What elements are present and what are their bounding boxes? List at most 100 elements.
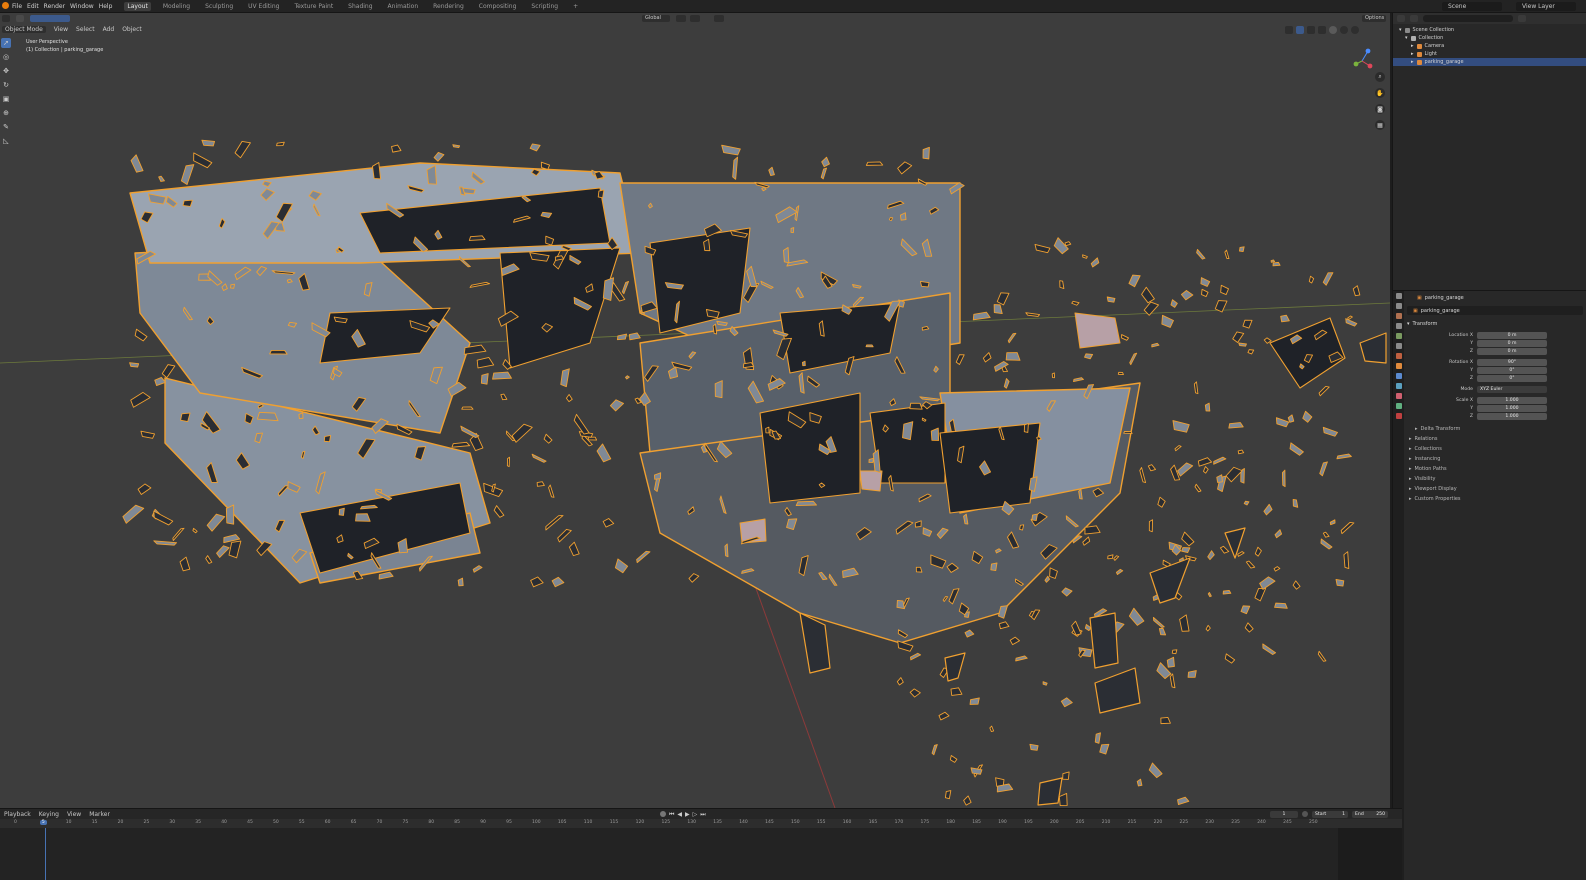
mesh-fragment[interactable] xyxy=(897,161,913,175)
mesh-fragment[interactable] xyxy=(602,277,615,301)
mesh-fragment[interactable] xyxy=(230,283,235,289)
mesh-fragment[interactable] xyxy=(130,391,151,408)
mesh-fragment[interactable] xyxy=(1139,467,1147,484)
current-frame-field[interactable]: 1 xyxy=(1270,811,1298,818)
mesh-fragment[interactable] xyxy=(1179,614,1190,632)
outliner-row[interactable]: ▾ Scene Collection xyxy=(1393,26,1586,34)
zoom-icon[interactable]: ⌕ xyxy=(1375,72,1385,82)
mesh-fragment[interactable] xyxy=(1061,587,1073,597)
mesh-fragment[interactable] xyxy=(134,328,148,342)
timeline-menu-marker[interactable]: Marker xyxy=(89,811,110,818)
gizmo-toggle-icon[interactable] xyxy=(1296,26,1304,34)
mesh-fragment[interactable] xyxy=(1237,449,1245,455)
mesh-fragment[interactable] xyxy=(511,423,533,443)
workspace-tab-sculpting[interactable]: Sculpting xyxy=(202,2,236,11)
mesh-fragment[interactable] xyxy=(158,175,165,182)
view-layer-selector[interactable]: View Layer xyxy=(1516,2,1576,11)
workspace-tab-rendering[interactable]: Rendering xyxy=(430,2,467,11)
mesh-fragment[interactable] xyxy=(1254,587,1267,602)
mesh-fragment[interactable] xyxy=(1336,453,1352,460)
mesh-fragment[interactable] xyxy=(783,247,790,264)
pan-hand-icon[interactable]: ✋ xyxy=(1375,88,1385,98)
mesh-fragment[interactable] xyxy=(1025,312,1041,317)
mesh-fragment[interactable] xyxy=(1117,371,1124,375)
mesh-fragment[interactable] xyxy=(551,576,565,588)
mesh-fragment[interactable] xyxy=(457,577,464,587)
mesh-fragment[interactable] xyxy=(621,280,629,295)
mesh-fragment[interactable] xyxy=(1320,538,1333,550)
mesh-fragment[interactable] xyxy=(372,162,381,180)
mesh-fragment[interactable] xyxy=(1280,314,1290,323)
mesh-fragment[interactable] xyxy=(1347,315,1353,321)
mesh-fragment[interactable] xyxy=(910,652,922,661)
mesh-fragment[interactable] xyxy=(896,599,905,610)
mesh-fragment[interactable] xyxy=(1136,778,1143,787)
mesh-fragment[interactable] xyxy=(1062,771,1070,780)
proportional-edit-icon[interactable] xyxy=(714,15,724,22)
mesh-fragment[interactable] xyxy=(182,199,193,207)
scale-x-field[interactable]: 1.000 xyxy=(1477,396,1547,404)
mesh-fragment[interactable] xyxy=(1225,466,1243,483)
mesh-fragment[interactable] xyxy=(137,483,152,495)
frame-ruler[interactable]: 0 5 10 15 20 25 30 35 40 45 50 55 60 65 70 75 80 85 90 95 10… xyxy=(0,819,1402,828)
mesh-fragment[interactable] xyxy=(1073,377,1084,383)
expand-toggle-icon[interactable]: ▸ xyxy=(1411,59,1414,65)
mesh-fragment[interactable] xyxy=(1166,656,1175,668)
mesh-fragment[interactable] xyxy=(1106,296,1116,303)
mesh-fragment[interactable] xyxy=(476,357,495,369)
mesh-fragment[interactable] xyxy=(1123,431,1133,434)
mesh-fragment[interactable] xyxy=(1015,655,1028,662)
menu-file[interactable]: File xyxy=(12,3,22,10)
mesh-fragment[interactable] xyxy=(1203,466,1209,474)
mesh-fragment[interactable] xyxy=(161,364,176,379)
mesh-fragment[interactable] xyxy=(1160,717,1171,725)
mesh-fragment[interactable] xyxy=(1113,555,1120,561)
mesh-fragment[interactable] xyxy=(949,755,958,763)
mesh-fragment[interactable] xyxy=(355,513,371,522)
location-y-field[interactable]: 0 m xyxy=(1477,339,1547,347)
mesh-fragment[interactable] xyxy=(955,354,965,365)
solid-shading-icon[interactable] xyxy=(1329,26,1337,34)
mesh-fragment[interactable] xyxy=(256,411,279,422)
mesh-fragment[interactable] xyxy=(1051,372,1055,379)
mesh-fragment[interactable] xyxy=(323,435,332,443)
mesh-fragment[interactable] xyxy=(1094,732,1101,744)
mesh-fragment[interactable] xyxy=(557,528,572,543)
mesh-fragment[interactable] xyxy=(768,166,775,176)
mesh-fragment[interactable] xyxy=(1181,547,1191,554)
mesh-fragment[interactable] xyxy=(1172,420,1190,433)
filter-icon[interactable] xyxy=(1518,15,1526,22)
mesh-fragment[interactable] xyxy=(531,453,547,463)
mesh-fragment[interactable] xyxy=(964,629,975,638)
rotation-y-field[interactable]: 0° xyxy=(1477,366,1547,374)
mesh-fragment[interactable] xyxy=(1058,792,1068,807)
mesh-fragment[interactable] xyxy=(1204,402,1211,412)
mesh-fragment[interactable] xyxy=(602,518,615,528)
mesh-fragment[interactable] xyxy=(472,565,483,573)
play-icon[interactable]: ▶ xyxy=(685,811,690,819)
transform-orientation-dropdown[interactable]: Global xyxy=(642,15,670,22)
mesh-fragment[interactable] xyxy=(568,541,580,557)
mesh-fragment[interactable] xyxy=(628,332,641,341)
transform-panel-header[interactable]: ▾ Transform xyxy=(1407,319,1583,328)
mesh-fragment[interactable] xyxy=(1037,777,1063,806)
mesh-fragment[interactable] xyxy=(140,430,156,439)
mesh-fragment[interactable] xyxy=(493,505,505,518)
mesh-fragment[interactable] xyxy=(506,456,510,468)
mesh-fragment[interactable] xyxy=(153,510,174,526)
workspace-tab--[interactable]: + xyxy=(570,2,581,11)
shading-mode-buttons[interactable] xyxy=(1285,26,1385,34)
mesh-fragment[interactable] xyxy=(451,441,471,448)
mesh-fragment[interactable] xyxy=(1084,353,1094,360)
mesh-fragment[interactable] xyxy=(1128,274,1141,288)
workspace-tab-layout[interactable]: Layout xyxy=(124,1,151,11)
mesh-fragment[interactable] xyxy=(1213,456,1227,465)
mesh-fragment[interactable] xyxy=(1147,464,1157,472)
mesh-fragment[interactable] xyxy=(1059,280,1065,290)
select-tool-icon[interactable]: ➚ xyxy=(1,38,11,48)
mesh-fragment[interactable] xyxy=(969,697,980,705)
mesh-fragment[interactable] xyxy=(468,235,486,241)
mesh-fragment[interactable] xyxy=(1207,550,1215,561)
timeline-menu-keying[interactable]: Keying xyxy=(39,811,59,818)
properties-tab-icon[interactable] xyxy=(1395,313,1402,319)
